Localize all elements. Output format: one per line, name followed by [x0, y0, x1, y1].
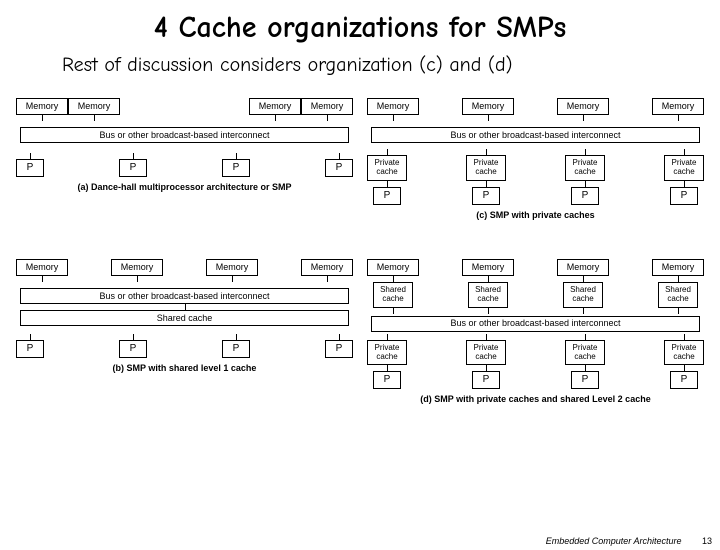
panel-a: Memory Memory Memory Memory Bus or other… [10, 90, 359, 245]
processor-box: P [325, 340, 353, 358]
connector [42, 276, 43, 282]
memory-box: Memory [111, 259, 163, 276]
memory-box: Memory [652, 259, 704, 276]
connector [393, 115, 394, 121]
bus-label: Bus or other broadcast-based interconnec… [99, 131, 269, 140]
connector [275, 115, 276, 121]
memory-box: Memory [206, 259, 258, 276]
processor-box: P [571, 371, 599, 389]
processor-box: P [472, 371, 500, 389]
panel-c-caption: (c) SMP with private caches [361, 211, 710, 220]
shared-cache-box: Sharedcache [373, 282, 413, 308]
page-title: 4 Cache organizations for SMPs [0, 10, 720, 45]
processor-box: P [670, 187, 698, 205]
connector [137, 276, 138, 282]
processor-box: P [373, 187, 401, 205]
private-cache-box: Privatecache [565, 155, 605, 181]
panel-b-caption: (b) SMP with shared level 1 cache [10, 364, 359, 373]
connector [94, 115, 95, 121]
private-cache-box: Privatecache [565, 340, 605, 366]
memory-box: Memory [16, 259, 68, 276]
memory-box: Memory [462, 98, 514, 115]
private-cache-box: Privatecache [466, 340, 506, 366]
footer-text: Embedded Computer Architecture [546, 536, 682, 546]
shared-cache-label: Shared cache [157, 314, 213, 323]
connector [583, 115, 584, 121]
memory-box: Memory [367, 259, 419, 276]
memory-box: Memory [68, 98, 120, 115]
panel-d-caption: (d) SMP with private caches and shared L… [361, 395, 710, 404]
processor-box: P [373, 371, 401, 389]
private-cache-box: Privatecache [466, 155, 506, 181]
processor-box: P [119, 340, 147, 358]
shared-cache-box: Sharedcache [468, 282, 508, 308]
memory-box: Memory [367, 98, 419, 115]
shared-cache-box: Sharedcache [658, 282, 698, 308]
private-cache-box: Privatecache [664, 340, 704, 366]
shared-cache-bar: Shared cache [20, 310, 349, 326]
processor-box: P [670, 371, 698, 389]
connector [393, 308, 394, 314]
bus-interconnect: Bus or other broadcast-based interconnec… [20, 127, 349, 143]
bus-interconnect: Bus or other broadcast-based interconnec… [371, 127, 700, 143]
diagram-grid: Memory Memory Memory Memory Bus or other… [10, 90, 710, 406]
connector [583, 308, 584, 314]
memory-box: Memory [301, 259, 353, 276]
panel-a-caption: (a) Dance-hall multiprocessor architectu… [10, 183, 359, 192]
connector [327, 115, 328, 121]
private-cache-box: Privatecache [367, 340, 407, 366]
processor-box: P [222, 340, 250, 358]
bus-label: Bus or other broadcast-based interconnec… [99, 292, 269, 301]
connector [488, 115, 489, 121]
memory-box: Memory [301, 98, 353, 115]
processor-box: P [119, 159, 147, 177]
connector [488, 308, 489, 314]
panel-b: Memory Memory Memory Memory Bus or other… [10, 251, 359, 406]
processor-box: P [16, 340, 44, 358]
page-number: 13 [702, 536, 712, 546]
connector [678, 115, 679, 121]
memory-box: Memory [557, 259, 609, 276]
bus-interconnect: Bus or other broadcast-based interconnec… [20, 288, 349, 304]
private-cache-box: Privatecache [664, 155, 704, 181]
processor-box: P [16, 159, 44, 177]
processor-box: P [325, 159, 353, 177]
memory-box: Memory [462, 259, 514, 276]
processor-box: P [222, 159, 250, 177]
panel-d: Memory Sharedcache Memory Sharedcache Memo… [361, 251, 710, 406]
connector [327, 276, 328, 282]
bus-label: Bus or other broadcast-based interconnec… [450, 319, 620, 328]
bus-interconnect: Bus or other broadcast-based interconnec… [371, 316, 700, 332]
footer: Embedded Computer Architecture 13 [546, 536, 712, 546]
shared-cache-box: Sharedcache [563, 282, 603, 308]
processor-box: P [571, 187, 599, 205]
memory-box: Memory [249, 98, 301, 115]
private-cache-box: Privatecache [367, 155, 407, 181]
memory-box: Memory [652, 98, 704, 115]
memory-box: Memory [16, 98, 68, 115]
connector [232, 276, 233, 282]
connector [678, 308, 679, 314]
memory-box: Memory [557, 98, 609, 115]
bus-label: Bus or other broadcast-based interconnec… [450, 131, 620, 140]
panel-c: Memory Memory Memory Memory Bus or other… [361, 90, 710, 245]
processor-box: P [472, 187, 500, 205]
connector [42, 115, 43, 121]
page-subtitle: Rest of discussion considers organizatio… [62, 53, 720, 76]
